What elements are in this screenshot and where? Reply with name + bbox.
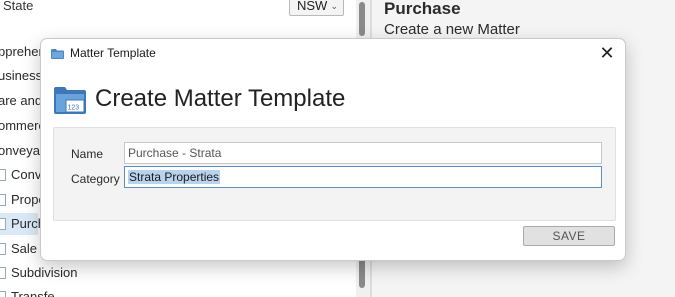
- name-label: Name: [71, 147, 104, 161]
- state-value: NSW: [297, 0, 328, 13]
- tree-item[interactable]: usiness: [0, 65, 42, 87]
- scrollbar-thumb[interactable]: [359, 2, 365, 36]
- tree-item-selected[interactable]: Purch: [0, 213, 45, 235]
- details-title: Purchase: [384, 0, 461, 18]
- svg-text:123: 123: [68, 105, 80, 112]
- tree-item[interactable]: ommerc: [0, 115, 45, 137]
- checkbox[interactable]: [0, 218, 6, 230]
- tree-item[interactable]: Transfe: [0, 286, 55, 297]
- tree-item[interactable]: Sale: [0, 238, 37, 260]
- checkbox[interactable]: [0, 169, 6, 181]
- tree-item[interactable]: pprehen: [0, 41, 46, 63]
- state-select[interactable]: NSW ⌄: [289, 0, 344, 16]
- state-label: State: [3, 0, 34, 13]
- create-matter-template-dialog: Matter Template ✕ 123 Create Matter Temp…: [40, 38, 626, 261]
- name-value: Purchase - Strata: [128, 146, 222, 160]
- name-field[interactable]: Purchase - Strata: [124, 142, 602, 164]
- calendar-folder-icon: 123: [54, 87, 86, 114]
- tree-item[interactable]: Propo: [0, 189, 46, 211]
- details-subtitle: Create a new Matter: [384, 21, 520, 38]
- dialog-window-title: Matter Template: [70, 46, 156, 60]
- folder-icon: [51, 49, 64, 59]
- checkbox[interactable]: [0, 267, 6, 279]
- dialog-heading: Create Matter Template: [95, 85, 346, 112]
- category-field[interactable]: Strata Properties: [124, 166, 602, 188]
- scrollbar-thumb[interactable]: [359, 258, 365, 288]
- save-button[interactable]: SAVE: [523, 226, 615, 246]
- close-icon[interactable]: ✕: [597, 43, 617, 63]
- checkbox[interactable]: [0, 291, 6, 297]
- category-value: Strata Properties: [128, 170, 221, 184]
- template-form: Name Purchase - Strata Category Strata P…: [53, 127, 616, 221]
- checkbox[interactable]: [0, 243, 6, 255]
- dialog-titlebar[interactable]: Matter Template ✕: [41, 39, 625, 69]
- checkbox[interactable]: [0, 194, 6, 206]
- state-row: State NSW ⌄: [0, 0, 356, 22]
- chevron-down-icon: ⌄: [330, 1, 338, 11]
- tree-item[interactable]: are and: [0, 90, 42, 112]
- category-label: Category: [71, 172, 120, 186]
- tree-item[interactable]: Subdivision: [0, 262, 78, 284]
